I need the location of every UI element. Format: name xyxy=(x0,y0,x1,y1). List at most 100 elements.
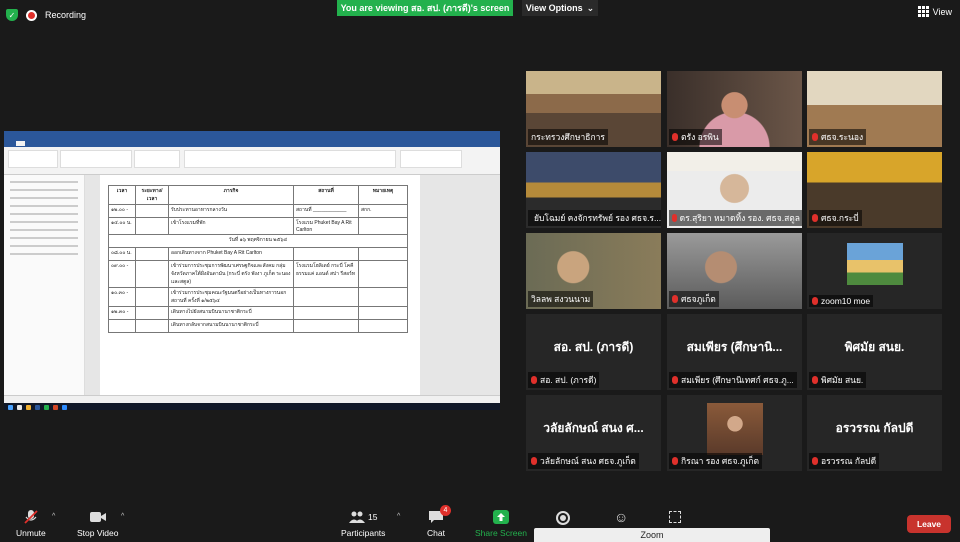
participant-tile[interactable]: กระทรวงศึกษาธิการ xyxy=(526,71,661,147)
leave-button[interactable]: Leave xyxy=(907,515,951,533)
participant-tile[interactable]: ดร.สุริยา หมาดทิ้ง รอง. ศธจ.สตูล xyxy=(667,152,802,228)
participant-tile[interactable]: ศธจภูเก็ต xyxy=(667,233,802,309)
cell-place xyxy=(293,319,359,333)
record-button[interactable] xyxy=(556,511,570,525)
participant-tile[interactable]: พิศมัย สนย. พิศมัย สนย. xyxy=(807,314,942,390)
participant-tile[interactable]: ตรัง อรพิน xyxy=(667,71,802,147)
chat-icon: 4 xyxy=(427,505,451,524)
cell-note xyxy=(358,217,408,235)
participant-label: ศธจ.กระบี่ xyxy=(809,210,862,226)
table-header: เวลา xyxy=(108,185,136,205)
share-screen-icon xyxy=(492,510,510,524)
microphone-muted-icon xyxy=(531,457,537,465)
participant-name: ศธจ.กระบี่ xyxy=(821,213,859,223)
table-header-row: เวลา ระยะทาง/เวลา ภารกิจ สถานที่ หมายเหต… xyxy=(108,185,408,205)
participant-tile[interactable]: สอ. สป. (ภารดี) สอ. สป. (ภารดี) xyxy=(526,314,661,390)
participant-label: zoom10 moe xyxy=(809,295,874,307)
participant-name: ศธจภูเก็ต xyxy=(681,294,716,304)
reactions-icon[interactable]: ☺ xyxy=(614,509,628,525)
zoom-bar[interactable]: Zoom xyxy=(534,528,770,542)
view-label: View xyxy=(932,6,952,17)
table-row: ๑๒.๐๐ - รับประทานอาหารกลางวัน สถานที่ __… xyxy=(108,204,408,218)
microphone-muted-icon xyxy=(672,214,677,222)
word-status-bar xyxy=(4,395,500,403)
chevron-up-icon[interactable]: ^ xyxy=(121,513,124,520)
unmute-label: Unmute xyxy=(16,528,46,538)
participant-tile[interactable]: สมเพียร (ศึกษานิ... สมเพียร (ศึกษานิเทศก… xyxy=(667,314,802,390)
video-camera-icon xyxy=(89,510,107,524)
chevron-up-icon[interactable]: ^ xyxy=(397,513,400,520)
security-shield-icon[interactable]: ✓ xyxy=(6,9,18,21)
participant-tile[interactable]: ศธจ.กระบี่ xyxy=(807,152,942,228)
participant-tile[interactable]: วิลลพ สงวนนาม xyxy=(526,233,661,309)
participant-label: กิรณา รอง ศธจ.ภูเก็ต xyxy=(669,453,763,469)
chevron-down-icon: ⌄ xyxy=(586,2,595,13)
cell-time xyxy=(108,319,136,333)
cell-time: ๑๒.๓๐ - xyxy=(108,306,136,320)
cell-distance xyxy=(135,217,169,235)
participant-name: ศธจ.ระนอง xyxy=(821,132,864,142)
word-page: เวลา ระยะทาง/เวลา ภารกิจ สถานที่ หมายเหต… xyxy=(100,175,420,395)
participant-name: วลัยลักษณ์ สนง ศธจ.ภูเก็ต xyxy=(540,456,636,466)
participant-display-name: อรวรรณ กัลปดี xyxy=(835,421,914,435)
word-navigation-pane xyxy=(4,175,85,395)
record-icon xyxy=(560,515,566,521)
participants-icon-group: 15 xyxy=(346,510,380,524)
participant-name: กิรณา รอง ศธจ.ภูเก็ต xyxy=(681,456,760,466)
chevron-up-icon[interactable]: ^ xyxy=(52,513,55,520)
microphone-muted-icon xyxy=(531,376,537,384)
microphone-muted-icon xyxy=(812,297,818,305)
chat-button[interactable]: 4 Chat xyxy=(427,505,451,538)
participant-display-name: สอ. สป. (ภารดี) xyxy=(553,340,634,354)
table-header: ระยะทาง/เวลา xyxy=(135,185,169,205)
view-options-button[interactable]: View Options ⌄ xyxy=(522,0,598,16)
participant-tile[interactable]: อรวรรณ กัลปดี อรวรรณ กัลปดี xyxy=(807,395,942,471)
participant-label: พิศมัย สนย. xyxy=(809,372,867,388)
share-screen-button[interactable]: Share Screen xyxy=(475,510,527,538)
participants-button[interactable]: 15 Participants xyxy=(341,510,385,538)
recording-icon xyxy=(26,9,37,21)
grid-view-icon xyxy=(917,6,929,17)
participant-name: อรวรรณ กัลปดี xyxy=(821,456,877,466)
participant-name: zoom10 moe xyxy=(821,296,871,306)
microphone-muted-icon xyxy=(672,376,678,384)
unmute-button[interactable]: Unmute xyxy=(16,510,46,538)
microphone-muted-icon xyxy=(812,376,818,384)
participant-tile[interactable]: ยับโฉมย์ คงจักรทรัพย์ รอง ศธจ.ร... xyxy=(526,152,661,228)
participant-label: วิลลพ สงวนนาม xyxy=(528,291,594,307)
participant-label: สอ. สป. (ภารดี) xyxy=(528,372,600,388)
cell-task: เดินทางกลับจากสนามบินนานาชาติกระบี่ xyxy=(168,319,294,333)
word-ribbon xyxy=(4,147,500,175)
table-row: ๐๘.๐๐ น. ออกเดินทางจาก Phuket Bay A Rit … xyxy=(108,247,408,261)
participant-name: สอ. สป. (ภารดี) xyxy=(540,375,597,385)
day-heading: วันที่ ๑๖ พฤศจิกายน ๒๕๖๔ xyxy=(108,234,408,248)
microphone-muted-icon xyxy=(672,295,678,303)
apps-icon[interactable] xyxy=(669,511,681,523)
chat-badge: 4 xyxy=(440,505,451,516)
participant-tile[interactable]: กิรณา รอง ศธจ.ภูเก็ต xyxy=(667,395,802,471)
participants-count: 15 xyxy=(367,512,378,522)
participant-label: อรวรรณ กัลปดี xyxy=(809,453,880,469)
viewing-banner: You are viewing สอ. สป. (ภารดี)'s screen xyxy=(337,0,513,16)
participant-tile[interactable]: ศธจ.ระนอง xyxy=(807,71,942,147)
participant-label: วลัยลักษณ์ สนง ศธจ.ภูเก็ต xyxy=(528,453,639,469)
shared-screen[interactable]: เวลา ระยะทาง/เวลา ภารกิจ สถานที่ หมายเหต… xyxy=(4,131,500,410)
participant-label: ศธจ.ระนอง xyxy=(809,129,867,145)
cell-time: ๑๐.๓๐ - xyxy=(108,287,136,307)
table-header: ภารกิจ xyxy=(168,185,294,205)
word-ribbon-tabs xyxy=(4,139,500,147)
view-button[interactable]: View xyxy=(917,6,952,17)
stop-video-button[interactable]: Stop Video xyxy=(77,510,118,538)
table-row: เดินทางกลับจากสนามบินนานาชาติกระบี่ xyxy=(108,319,408,333)
microphone-muted-icon xyxy=(812,133,818,141)
table-row: ๑๒.๓๐ - เดินทางไปยังสนามบินนานาชาติกระบี… xyxy=(108,306,408,320)
cell-place xyxy=(293,287,359,307)
cell-place xyxy=(293,247,359,261)
table-header: หมายเหตุ xyxy=(358,185,408,205)
table-row: ๐๙.๐๐ - เข้าร่วมการประชุมการพัฒนาเศรษฐกิ… xyxy=(108,260,408,288)
participants-label: Participants xyxy=(341,528,386,538)
windows-taskbar xyxy=(4,403,500,410)
participant-tile[interactable]: วลัยลักษณ์ สนง ศ... วลัยลักษณ์ สนง ศธจ.ภ… xyxy=(526,395,661,471)
participant-label: สมเพียร (ศึกษานิเทศก์ ศธจ.ภู... xyxy=(669,372,797,388)
participant-tile[interactable]: zoom10 moe xyxy=(807,233,942,309)
